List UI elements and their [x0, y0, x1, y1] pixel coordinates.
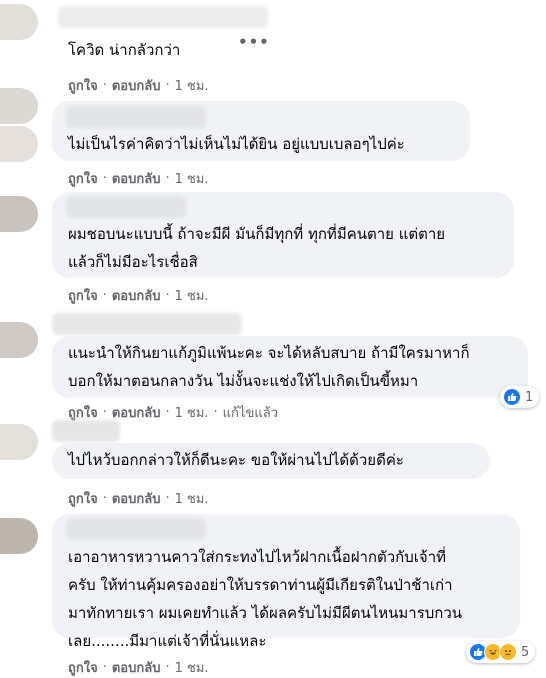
- comment-timestamp[interactable]: 1 ชม.: [175, 285, 209, 306]
- comment-timestamp[interactable]: 1 ชม.: [175, 402, 209, 423]
- avatar[interactable]: [0, 322, 38, 358]
- reply-button[interactable]: ตอบกลับ: [112, 285, 161, 306]
- like-button[interactable]: ถูกใจ: [68, 75, 98, 96]
- separator-dot: ·: [165, 405, 170, 420]
- commenter-name[interactable]: [66, 106, 206, 128]
- separator-dot: ·: [102, 491, 107, 506]
- sad-icon: [499, 643, 517, 661]
- avatar[interactable]: [0, 88, 38, 124]
- separator-dot: ·: [165, 171, 170, 186]
- reaction-badge[interactable]: 1: [500, 386, 540, 408]
- comment-actions: ถูกใจ · ตอบกลับ · 1 ชม.: [68, 657, 209, 678]
- avatar[interactable]: [0, 4, 38, 40]
- separator-dot: ·: [165, 491, 170, 506]
- separator-dot: ·: [213, 405, 218, 420]
- separator-dot: ·: [102, 405, 107, 420]
- separator-dot: ·: [165, 78, 170, 93]
- comment-actions: ถูกใจ · ตอบกลับ · 1 ชม.: [68, 488, 209, 509]
- comment-text: โควิด น่ากลัวกว่า: [68, 41, 181, 59]
- edited-label[interactable]: แก้ไขแล้ว: [223, 402, 278, 423]
- like-button[interactable]: ถูกใจ: [68, 488, 98, 509]
- like-button[interactable]: ถูกใจ: [68, 657, 98, 678]
- separator-dot: ·: [102, 288, 107, 303]
- commenter-name[interactable]: [66, 518, 206, 540]
- separator-dot: ·: [165, 660, 170, 675]
- comment-text: แนะนำให้กินยาแก้ภูมิแพ้นะคะ จะได้หลับสบา…: [68, 344, 470, 390]
- comment-actions: ถูกใจ · ตอบกลับ · 1 ชม.: [68, 168, 209, 189]
- commenter-name[interactable]: [66, 196, 186, 218]
- commenter-name[interactable]: [52, 420, 120, 442]
- comment-timestamp[interactable]: 1 ชม.: [175, 657, 209, 678]
- comment-timestamp[interactable]: 1 ชม.: [175, 75, 209, 96]
- comment-text: ไปไหว้บอกกล่าวให้ก็ดีนะคะ ขอให้ผ่านไปได้…: [68, 451, 404, 469]
- reply-button[interactable]: ตอบกลับ: [112, 657, 161, 678]
- reaction-count: 5: [521, 644, 530, 660]
- reaction-count: 1: [525, 389, 534, 405]
- reply-button[interactable]: ตอบกลับ: [112, 488, 161, 509]
- comment-text: เอาอาหารหวานคาวใส่กระทงไปไหว้ฝากเนื้อฝาก…: [68, 548, 463, 650]
- reply-button[interactable]: ตอบกลับ: [112, 402, 161, 423]
- separator-dot: ·: [102, 78, 107, 93]
- reaction-badge[interactable]: 5: [466, 641, 536, 663]
- comments-thread: โควิด น่ากลัวกว่า ••• ถูกใจ · ตอบกลับ · …: [0, 0, 546, 678]
- commenter-name[interactable]: [52, 313, 242, 335]
- separator-dot: ·: [102, 660, 107, 675]
- avatar[interactable]: [0, 196, 38, 232]
- comment-text: ไม่เป็นไรค่าคิดว่าไม่เห็นไม่ได้ยิน อยู่แ…: [68, 135, 405, 153]
- comment-text: ผมชอบนะแบบนี้ ถ้าจะมีผี มันก็มีทุกที่ ทุ…: [68, 225, 446, 271]
- like-icon: [503, 388, 521, 406]
- comment-timestamp[interactable]: 1 ชม.: [175, 488, 209, 509]
- separator-dot: ·: [165, 288, 170, 303]
- avatar[interactable]: [0, 424, 38, 460]
- reply-button[interactable]: ตอบกลับ: [112, 168, 161, 189]
- more-options-icon[interactable]: •••: [238, 33, 270, 51]
- comment-timestamp[interactable]: 1 ชม.: [175, 168, 209, 189]
- comment-actions: ถูกใจ · ตอบกลับ · 1 ชม.: [68, 75, 209, 96]
- avatar[interactable]: [0, 518, 38, 554]
- comment-actions: ถูกใจ · ตอบกลับ · 1 ชม.: [68, 285, 209, 306]
- avatar: [0, 126, 38, 162]
- reply-button[interactable]: ตอบกลับ: [112, 75, 161, 96]
- like-button[interactable]: ถูกใจ: [68, 285, 98, 306]
- separator-dot: ·: [102, 171, 107, 186]
- like-button[interactable]: ถูกใจ: [68, 168, 98, 189]
